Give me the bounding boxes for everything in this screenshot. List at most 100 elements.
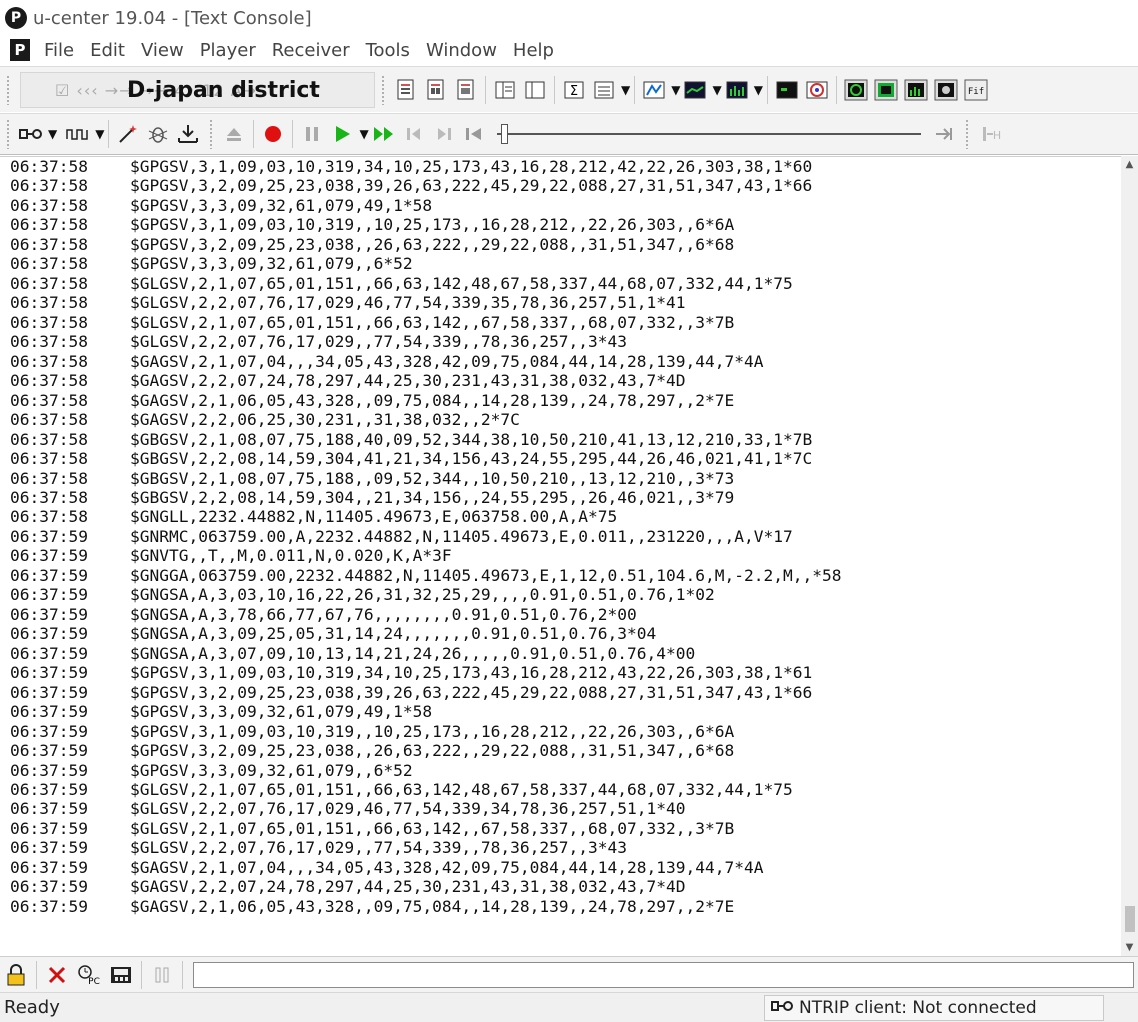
chevron-down-icon[interactable]: ▼ bbox=[671, 83, 680, 97]
menu-view[interactable]: View bbox=[133, 40, 192, 61]
menu-tools[interactable]: Tools bbox=[358, 40, 418, 61]
console-line: 06:37:58 $GBGSV,2,2,08,14,59,304,41,21,34… bbox=[10, 449, 1122, 468]
eject-icon[interactable] bbox=[221, 119, 247, 149]
console-line-message: $GPGSV,3,3,09,32,61,079,,6*52 bbox=[130, 254, 413, 274]
console-line-time: 06:37:59 bbox=[10, 643, 88, 663]
table-view-icon[interactable] bbox=[591, 75, 617, 105]
console-line-message: $GLGSV,2,2,07,76,17,029,46,77,54,339,35,… bbox=[130, 293, 686, 313]
view-document-2-icon[interactable] bbox=[423, 75, 449, 105]
disconnect-icon[interactable] bbox=[175, 119, 201, 149]
console-line-time: 06:37:58 bbox=[10, 273, 88, 293]
console-line-message: $GBGSV,2,1,08,07,75,188,,09,52,344,,10,5… bbox=[130, 468, 735, 488]
toolbar-grip[interactable] bbox=[6, 119, 10, 149]
console-line-message: $GPGSV,3,3,09,32,61,079,,6*52 bbox=[130, 760, 413, 780]
sky-view-icon[interactable] bbox=[804, 75, 830, 105]
step-forward-icon[interactable] bbox=[431, 119, 457, 149]
chevron-down-icon[interactable]: ▼ bbox=[621, 83, 630, 97]
chart-view-icon[interactable] bbox=[682, 75, 708, 105]
chevron-down-icon[interactable]: ▼ bbox=[712, 83, 721, 97]
chevron-down-icon[interactable]: ▼ bbox=[754, 83, 763, 97]
slider-thumb[interactable] bbox=[500, 124, 508, 144]
jump-end-icon[interactable] bbox=[931, 119, 957, 149]
view-document-icon[interactable] bbox=[393, 75, 419, 105]
menu-edit[interactable]: Edit bbox=[82, 40, 133, 61]
console-line-message: $GBGSV,2,1,08,07,75,188,40,09,52,344,38,… bbox=[130, 429, 813, 449]
console-line-message: $GPGSV,3,3,09,32,61,079,49,1*58 bbox=[130, 702, 433, 722]
district-label: D-japan district bbox=[127, 77, 320, 103]
pause-icon[interactable] bbox=[299, 119, 325, 149]
signal-chart-icon[interactable] bbox=[903, 75, 929, 105]
console-line-time: 06:37:58 bbox=[10, 487, 88, 507]
console-line: 06:37:58 $GPGSV,3,3,09,32,61,079,,6*52 bbox=[10, 254, 1122, 273]
lock-icon[interactable] bbox=[3, 962, 29, 988]
toolbar-grip[interactable] bbox=[6, 74, 10, 105]
console-line-time: 06:37:58 bbox=[10, 157, 88, 176]
console-line: 06:37:59 $GPGSV,3,3,09,32,61,079,49,1*58 bbox=[10, 702, 1122, 721]
save-log-icon[interactable] bbox=[108, 962, 134, 988]
chevron-down-icon[interactable]: ▼ bbox=[95, 127, 104, 141]
scroll-down-icon[interactable]: ▼ bbox=[1121, 939, 1138, 956]
console-line-message: $GLGSV,2,2,07,76,17,029,,77,54,339,,78,3… bbox=[130, 838, 628, 858]
black-screen-icon[interactable] bbox=[774, 75, 800, 105]
vertical-scrollbar[interactable]: ▲ ▼ bbox=[1121, 156, 1138, 956]
statistics-sigma-icon[interactable]: Σ bbox=[561, 75, 587, 105]
satellite-level-icon[interactable] bbox=[873, 75, 899, 105]
menu-file[interactable]: File bbox=[36, 40, 82, 61]
play-icon[interactable] bbox=[329, 119, 355, 149]
console-line-message: $GNGSA,A,3,03,10,16,22,26,31,32,25,29,,,… bbox=[130, 585, 715, 605]
console-line-time: 06:37:58 bbox=[10, 254, 88, 274]
console-line-time: 06:37:58 bbox=[10, 234, 88, 254]
baudrate-icon[interactable] bbox=[65, 119, 91, 149]
packet-console-icon[interactable]: Fif bbox=[963, 75, 989, 105]
view-document-3-icon[interactable] bbox=[453, 75, 479, 105]
playback-slider[interactable] bbox=[496, 124, 921, 144]
toolbar-grip[interactable] bbox=[381, 74, 385, 105]
pause-log-icon[interactable] bbox=[149, 962, 175, 988]
console-line-message: $GAGSV,2,1,07,04,,,34,05,43,328,42,09,75… bbox=[130, 351, 764, 371]
scrollbar-thumb[interactable] bbox=[1125, 906, 1135, 932]
toolbar-separator bbox=[108, 120, 110, 148]
console-line-time: 06:37:59 bbox=[10, 760, 88, 780]
toolbar-grip[interactable] bbox=[964, 119, 969, 149]
console-line-message: $GNGSA,A,3,09,25,05,31,14,24,,,,,,,0.91,… bbox=[130, 624, 657, 644]
chevron-down-icon[interactable]: ▼ bbox=[359, 127, 368, 141]
mdi-child-icon[interactable]: P bbox=[10, 39, 30, 61]
console-line: 06:37:58 $GPGSV,3,1,09,03,10,319,,10,25,1… bbox=[10, 215, 1122, 234]
svg-text:H: H bbox=[993, 129, 1001, 142]
menu-receiver[interactable]: Receiver bbox=[264, 40, 358, 61]
console-line-message: $GNGSA,A,3,78,66,77,67,76,,,,,,,,0.91,0.… bbox=[130, 604, 637, 624]
text-console[interactable]: 06:37:58 $GPGSV,3,1,09,03,10,319,34,10,25… bbox=[0, 156, 1138, 956]
console-line: 06:37:59 $GPGSV,3,1,09,03,10,319,34,10,25… bbox=[10, 663, 1122, 682]
menu-window[interactable]: Window bbox=[418, 40, 505, 61]
rewind-start-icon[interactable] bbox=[461, 119, 487, 149]
menu-player[interactable]: Player bbox=[192, 40, 264, 61]
ntrip-status-text: NTRIP client: Not connected bbox=[799, 997, 1037, 1018]
clear-x-icon[interactable] bbox=[44, 962, 70, 988]
split-view-icon[interactable] bbox=[492, 75, 518, 105]
chevron-down-icon[interactable]: ▼ bbox=[48, 127, 57, 141]
menu-help[interactable]: Help bbox=[505, 40, 562, 61]
panel-view-icon[interactable] bbox=[522, 75, 548, 105]
messages-view-icon[interactable] bbox=[933, 75, 959, 105]
autobauding-wand-icon[interactable] bbox=[115, 119, 141, 149]
cut-icon[interactable]: H bbox=[977, 119, 1003, 149]
pc-time-icon[interactable]: PC bbox=[76, 962, 102, 988]
record-icon[interactable] bbox=[260, 119, 286, 149]
console-line-message: $GAGSV,2,1,07,04,,,34,05,43,328,42,09,75… bbox=[130, 857, 764, 877]
status-ready-text: Ready bbox=[4, 997, 60, 1018]
step-back-icon[interactable] bbox=[401, 119, 427, 149]
scroll-up-icon[interactable]: ▲ bbox=[1121, 156, 1138, 173]
connection-icon[interactable] bbox=[18, 119, 44, 149]
console-line-message: $GNGLL,2232.44882,N,11405.49673,E,063758… bbox=[130, 507, 618, 527]
bar-chart-icon[interactable] bbox=[724, 75, 750, 105]
console-line-message: $GPGSV,3,2,09,25,23,038,,26,63,222,,29,2… bbox=[130, 234, 735, 254]
fast-forward-icon[interactable] bbox=[371, 119, 397, 149]
deviation-map-icon[interactable] bbox=[641, 75, 667, 105]
sky-view-active-icon[interactable] bbox=[843, 75, 869, 105]
filter-input[interactable] bbox=[193, 961, 1134, 988]
console-line: 06:37:59 $GNRMC,063759.00,A,2232.44882,N,… bbox=[10, 527, 1122, 546]
debug-bug-icon[interactable] bbox=[145, 119, 171, 149]
console-line-message: $GPGSV,3,2,09,25,23,038,,26,63,222,,29,2… bbox=[130, 741, 735, 761]
console-line: 06:37:58 $GNGLL,2232.44882,N,11405.49673,… bbox=[10, 507, 1122, 526]
toolbar-grip[interactable] bbox=[209, 119, 214, 149]
